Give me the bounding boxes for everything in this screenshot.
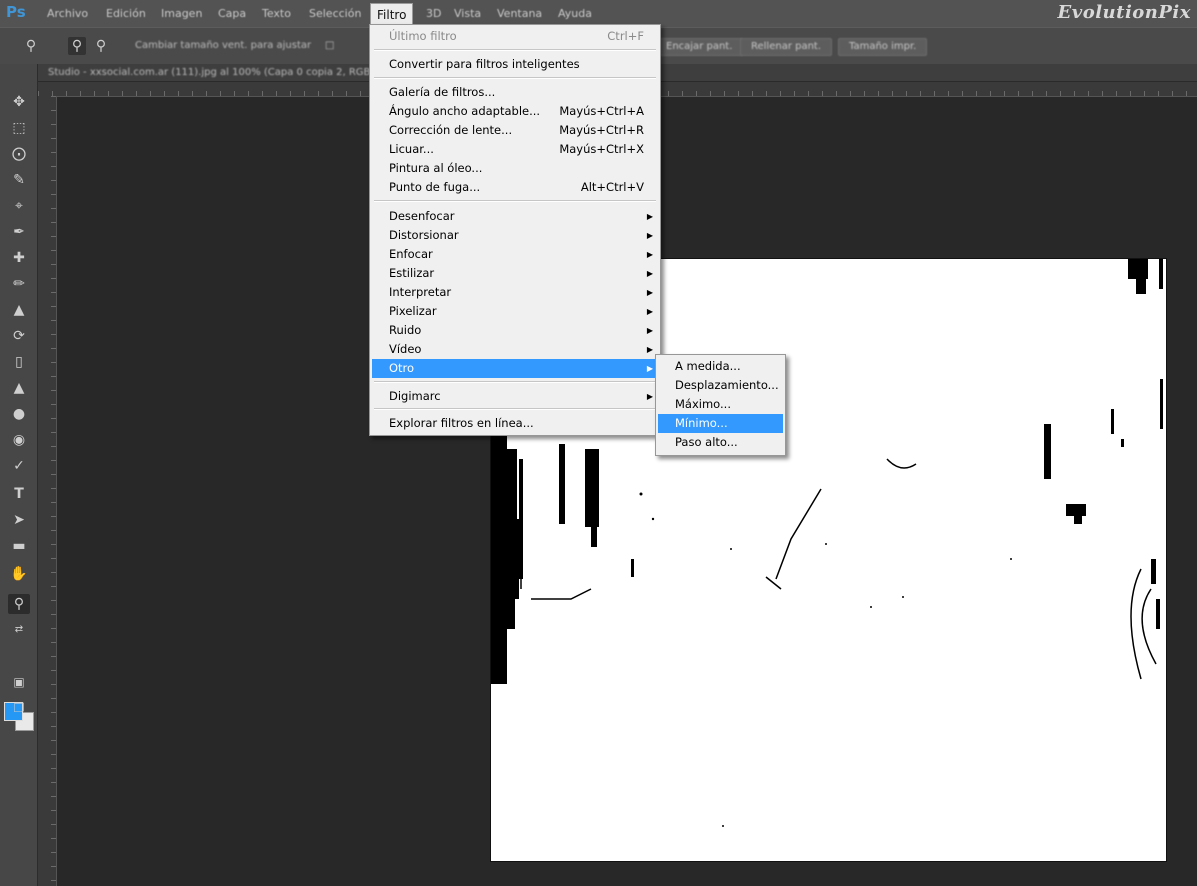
submenu-arrow-icon: ▶ [646,392,653,401]
tools-panel: ✥ ⬚ ⨀ ✎ ⌖ ✒ ✚ ✏ ▲ ⟳ ▯ ▲ ● ◉ ✓ T ➤ ▬ ✋ ⚲ … [0,64,38,886]
quick-mask-icon[interactable]: ▣ [8,672,30,692]
submenu-item-paso-alto[interactable]: Paso alto... [658,433,783,452]
menu-item-distorsionar[interactable]: Distorsionar ▶ [372,226,658,245]
menu-separator [374,381,656,383]
zoom-tool-icon[interactable]: ⚲ [22,37,40,55]
menu-item-desenfocar[interactable]: Desenfocar ▶ [372,207,658,226]
submenu-arrow-icon: ▶ [646,231,653,240]
menu-ventana[interactable]: Ventana [495,0,544,27]
menu-separator [374,408,656,410]
quick-select-icon[interactable]: ✎ [8,170,30,190]
zoom-in-icon[interactable]: ⚲ [68,37,86,55]
options-checkbox-partial[interactable]: □ [325,37,334,55]
paint-bucket-icon[interactable]: ▲ [8,378,30,398]
menu-item-enfocar[interactable]: Enfocar ▶ [372,245,658,264]
submenu-arrow-icon: ▶ [646,364,653,373]
vertical-ruler[interactable] [38,96,57,886]
pen-icon[interactable]: ✓ [8,456,30,476]
submenu-item-maximo[interactable]: Máximo... [658,395,783,414]
rectangle-icon[interactable]: ▬ [8,536,30,556]
menu-item-video[interactable]: Vídeo ▶ [372,340,658,359]
path-select-icon[interactable]: ➤ [8,510,30,530]
print-size-button[interactable]: Tamaño impr. [838,38,928,56]
marquee-icon[interactable]: ⬚ [8,118,30,138]
menu-capa[interactable]: Capa [216,0,248,27]
otro-submenu: A medida... Desplazamiento... Máximo... … [655,354,786,456]
menu-bar: Ps Archivo Edición Imagen Capa Texto Sel… [0,0,1197,27]
photoshop-logo: Ps [6,3,26,21]
menu-imagen[interactable]: Imagen [159,0,204,27]
submenu-arrow-icon: ▶ [646,250,653,259]
submenu-item-a-medida[interactable]: A medida... [658,357,783,376]
menu-edicion[interactable]: Edición [104,0,148,27]
fill-screen-button[interactable]: Rellenar pant. [740,38,833,56]
menu-item-estilizar[interactable]: Estilizar ▶ [372,264,658,283]
menu-archivo[interactable]: Archivo [45,0,90,27]
filter-menu: Último filtro Ctrl+F Convertir para filt… [369,24,661,436]
hand-icon[interactable]: ✋ [8,564,30,584]
menu-item-digimarc[interactable]: Digimarc ▶ [372,387,658,406]
swap-colors-icon[interactable]: ⇄ [8,620,30,640]
menu-vista[interactable]: Vista [452,0,483,27]
submenu-item-desplazamiento[interactable]: Desplazamiento... [658,376,783,395]
healing-brush-icon[interactable]: ✚ [8,248,30,268]
clone-stamp-icon[interactable]: ▲ [8,300,30,320]
submenu-arrow-icon: ▶ [646,269,653,278]
menu-item-liquify[interactable]: Licuar... Mayús+Ctrl+X [372,140,658,159]
menu-texto[interactable]: Texto [260,0,293,27]
menu-item-oil-paint[interactable]: Pintura al óleo... [372,159,658,178]
crop-icon[interactable]: ⌖ [8,196,30,216]
screen-mode-icon[interactable]: ❐ [8,698,30,718]
menu-separator [374,200,656,202]
menu-item-pixelizar[interactable]: Pixelizar ▶ [372,302,658,321]
lasso-icon[interactable]: ⨀ [8,144,30,164]
submenu-arrow-icon: ▶ [646,326,653,335]
zoom-icon[interactable]: ⚲ [8,594,30,614]
menu-item-adaptive-wide-angle[interactable]: Ángulo ancho adaptable... Mayús+Ctrl+A [372,102,658,121]
submenu-arrow-icon: ▶ [646,212,653,221]
menu-item-ruido[interactable]: Ruido ▶ [372,321,658,340]
history-brush-icon[interactable]: ⟳ [8,326,30,346]
move-icon[interactable]: ✥ [8,92,30,112]
submenu-item-minimo[interactable]: Mínimo... [658,414,783,433]
menu-item-last-filter[interactable]: Último filtro Ctrl+F [372,27,658,46]
document-title: Studio - xxsocial.com.ar (111).jpg al 10… [48,67,385,78]
menu-item-interpretar[interactable]: Interpretar ▶ [372,283,658,302]
resize-window-checkbox[interactable]: Cambiar tamaño vent. para ajustar [135,37,311,55]
menu-separator [374,77,656,79]
fit-screen-button[interactable]: Encajar pant. [655,38,744,56]
dodge-icon[interactable]: ◉ [8,430,30,450]
menu-filtro[interactable]: Filtro [370,3,414,26]
menu-item-browse-filters-online[interactable]: Explorar filtros en línea... [372,414,658,433]
eyedropper-icon[interactable]: ✒ [8,222,30,242]
menu-item-filter-gallery[interactable]: Galería de filtros... [372,83,658,102]
type-icon[interactable]: T [8,484,30,504]
menu-item-vanishing-point[interactable]: Punto de fuga... Alt+Ctrl+V [372,178,658,197]
submenu-arrow-icon: ▶ [646,345,653,354]
eraser-icon[interactable]: ▯ [8,352,30,372]
menu-item-otro[interactable]: Otro ▶ [372,359,658,378]
menu-separator [374,49,656,51]
menu-item-convert-smart-filters[interactable]: Convertir para filtros inteligentes [372,55,658,74]
blur-icon[interactable]: ● [8,404,30,424]
menu-3d[interactable]: 3D [424,0,443,27]
submenu-arrow-icon: ▶ [646,288,653,297]
brush-icon[interactable]: ✏ [8,274,30,294]
submenu-arrow-icon: ▶ [646,307,653,316]
menu-ayuda[interactable]: Ayuda [556,0,594,27]
zoom-out-icon[interactable]: ⚲ [92,37,110,55]
menu-seleccion[interactable]: Selección [307,0,363,27]
watermark-brand: EvolutionPix [1057,2,1191,23]
menu-item-lens-correction[interactable]: Corrección de lente... Mayús+Ctrl+R [372,121,658,140]
